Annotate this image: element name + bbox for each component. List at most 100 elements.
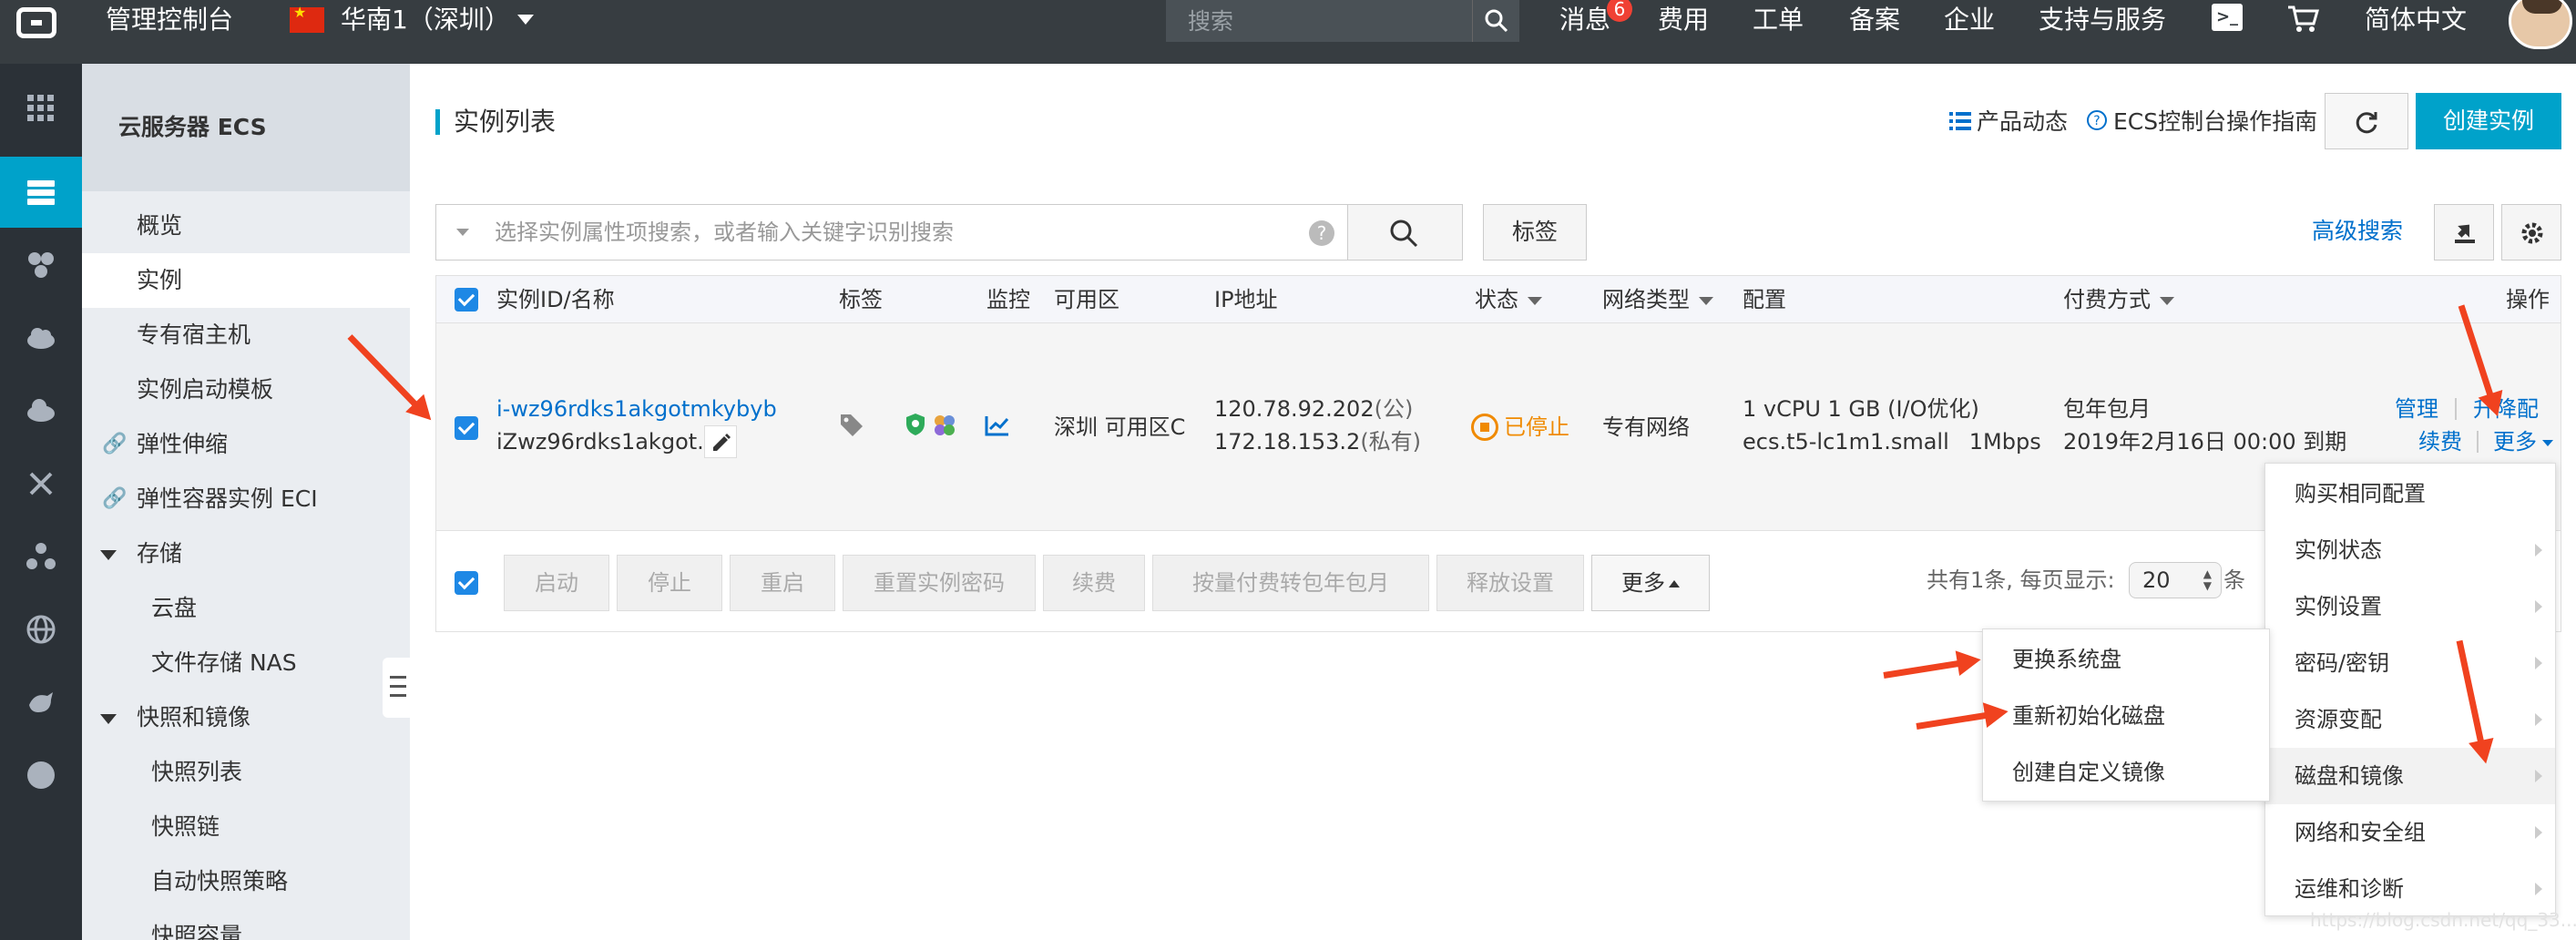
restart-button[interactable]: 重启 — [730, 555, 835, 611]
sidebar-item-auto-snapshot-policy[interactable]: 自动快照策略 — [82, 854, 410, 909]
user-avatar[interactable] — [2509, 0, 2572, 49]
sidebar-item-launch-templates[interactable]: 实例启动模板 — [82, 363, 410, 417]
nav-billing[interactable]: 费用 — [1658, 2, 1709, 38]
rail-item-circle[interactable] — [0, 740, 82, 811]
cloud-assistant-icon[interactable] — [932, 413, 957, 438]
terminal-icon[interactable]: >_ — [2212, 4, 2243, 31]
sidebar-item-disks[interactable]: 云盘 — [82, 581, 410, 636]
search-placeholder: 选择实例属性项搜索，或者输入关键字识别搜索 — [495, 220, 954, 245]
sidebar-item-instances[interactable]: 实例 — [82, 253, 410, 308]
language-selector[interactable]: 简体中文 — [2365, 2, 2467, 38]
filter-caret-icon — [2160, 296, 2174, 305]
instance-type: ecs.t5-lc1m1.small — [1743, 429, 1949, 455]
rail-item-apps[interactable] — [0, 73, 82, 144]
edit-name-button[interactable] — [704, 425, 737, 458]
nav-icp[interactable]: 备案 — [1849, 2, 1900, 38]
stepper-arrows-icon: ▲ ▼ — [2203, 567, 2212, 592]
batch-more-button[interactable]: 更多 — [1591, 555, 1710, 611]
col-status-label: 状态 — [1475, 287, 1518, 312]
nav-messages[interactable]: 消息 — [1559, 2, 1610, 38]
renew-button[interactable]: 续费 — [1043, 555, 1145, 611]
menu-item-resize[interactable]: 资源变配 — [2265, 691, 2555, 748]
caret-down-icon[interactable] — [456, 229, 469, 236]
sidebar-item-snapshot-list[interactable]: 快照列表 — [82, 745, 410, 800]
menu-item-buy-same[interactable]: 购买相同配置 — [2265, 465, 2555, 522]
menu-item-disks-images[interactable]: 磁盘和镜像 — [2265, 748, 2555, 804]
rail-item-cluster[interactable] — [0, 521, 82, 592]
rail-item-globe[interactable] — [0, 594, 82, 665]
sidebar-group-storage[interactable]: 存储 — [82, 526, 410, 581]
menu-item-network-security[interactable]: 网络和安全组 — [2265, 804, 2555, 861]
page-title: 实例列表 — [454, 107, 557, 137]
sidebar-item-snapshot-capacity[interactable]: 快照容量 — [82, 909, 410, 940]
public-ip-suffix: (公) — [1374, 396, 1414, 422]
sidebar-collapse-handle[interactable] — [383, 658, 410, 718]
sidebar-item-overview[interactable]: 概览 — [82, 199, 410, 253]
nav-tickets[interactable]: 工单 — [1753, 2, 1804, 38]
sidebar-item-eci[interactable]: 🔗 弹性容器实例 ECI — [82, 472, 410, 526]
stop-button[interactable]: 停止 — [617, 555, 722, 611]
submenu-item-create-custom-image[interactable]: 创建自定义镜像 — [1983, 744, 2269, 801]
search-button[interactable] — [1348, 204, 1463, 261]
instance-search-input[interactable]: 选择实例属性项搜索，或者输入关键字识别搜索 ? — [435, 204, 1348, 261]
help-icon[interactable]: ? — [1309, 220, 1334, 246]
release-settings-button[interactable]: 释放设置 — [1436, 555, 1584, 611]
col-status[interactable]: 状态 — [1475, 276, 1542, 323]
convert-billing-button[interactable]: 按量付费转包年包月 — [1152, 555, 1429, 611]
col-billing[interactable]: 付费方式 — [2063, 276, 2174, 323]
menu-item-password-keys[interactable]: 密码/密钥 — [2265, 635, 2555, 691]
sidebar-item-snapshot-chain[interactable]: 快照链 — [82, 800, 410, 854]
sidebar-item-dedicated-hosts[interactable]: 专有宿主机 — [82, 308, 410, 363]
console-title[interactable]: 管理控制台 — [106, 2, 233, 38]
settings-button[interactable] — [2501, 204, 2561, 261]
footer-select-all-checkbox[interactable] — [455, 571, 478, 595]
nav-support[interactable]: 支持与服务 — [2039, 2, 2166, 38]
region-selector[interactable]: 华南1（深圳） — [341, 2, 510, 38]
monitor-chart-icon[interactable] — [985, 414, 1010, 436]
submenu-item-replace-system-disk[interactable]: 更换系统盘 — [1983, 631, 2269, 688]
sidebar: 云服务器 ECS 概览 实例 专有宿主机 实例启动模板 🔗 弹性伸缩 🔗 弹性容器实… — [82, 64, 410, 940]
menu-item-instance-settings[interactable]: 实例设置 — [2265, 578, 2555, 635]
security-shield-icon[interactable] — [905, 413, 926, 436]
region-caret-icon[interactable] — [517, 15, 534, 25]
rail-item-cloud-upload[interactable] — [0, 375, 82, 446]
export-button[interactable] — [2434, 204, 2494, 261]
rail-item-network[interactable] — [0, 230, 82, 301]
start-button[interactable]: 启动 — [504, 555, 609, 611]
ecs-guide-link[interactable]: ECS控制台操作指南 — [2113, 104, 2317, 140]
refresh-button[interactable] — [2325, 93, 2408, 149]
global-search-input[interactable] — [1166, 0, 1472, 42]
cart-icon[interactable] — [2286, 4, 2319, 35]
row-checkbox[interactable] — [455, 416, 478, 440]
sidebar-group-snapshots-images[interactable]: 快照和镜像 — [82, 690, 410, 745]
tag-filter-button[interactable]: 标签 — [1483, 204, 1587, 261]
advanced-search-link[interactable]: 高级搜索 — [2312, 213, 2403, 250]
submenu-item-reinit-disk[interactable]: 重新初始化磁盘 — [1983, 688, 2269, 744]
create-instance-button[interactable]: 创建实例 — [2416, 93, 2561, 149]
rail-item-ecs[interactable] — [0, 157, 82, 228]
chevron-right-icon — [2535, 883, 2542, 895]
network-icon — [28, 252, 54, 278]
select-all-checkbox[interactable] — [455, 288, 478, 312]
page-size-select[interactable]: 20 ▲ ▼ — [2129, 562, 2222, 598]
table-header: 实例ID/名称 标签 监控 可用区 IP地址 状态 网络类型 配置 付费方式 操… — [436, 276, 2561, 323]
sidebar-item-auto-scaling[interactable]: 🔗 弹性伸缩 — [82, 417, 410, 472]
sidebar-item-label: 概览 — [137, 212, 183, 239]
rail-item-cloud[interactable] — [0, 302, 82, 373]
nav-enterprise[interactable]: 企业 — [1944, 2, 1995, 38]
sidebar-item-nas[interactable]: 文件存储 NAS — [82, 636, 410, 690]
rail-item-cross[interactable] — [0, 448, 82, 519]
renew-link[interactable]: 续费 — [2418, 425, 2462, 458]
rail-item-bird[interactable] — [0, 667, 82, 738]
manage-link[interactable]: 管理 — [2395, 393, 2438, 425]
tag-icon[interactable] — [839, 413, 864, 436]
more-actions-link[interactable]: 更多 — [2493, 425, 2553, 458]
menu-item-instance-status[interactable]: 实例状态 — [2265, 522, 2555, 578]
aliyun-logo-icon[interactable] — [16, 7, 56, 38]
col-network-type[interactable]: 网络类型 — [1602, 276, 1713, 323]
instance-id-link[interactable]: i-wz96rdks1akgotmkybyb — [496, 393, 777, 425]
global-search-button[interactable] — [1472, 0, 1519, 42]
reset-password-button[interactable]: 重置实例密码 — [843, 555, 1036, 611]
annotation-arrow-icon — [1916, 710, 2002, 730]
product-news-link[interactable]: 产品动态 — [1977, 104, 2068, 140]
